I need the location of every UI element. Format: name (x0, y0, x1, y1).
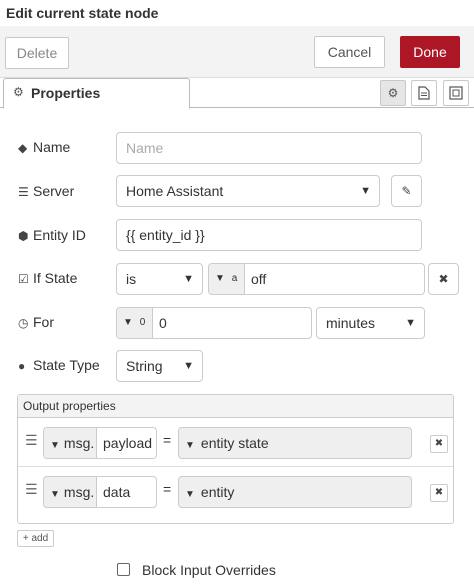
tab-properties[interactable]: ⚙ Properties (3, 78, 190, 109)
block-input-overrides-checkbox[interactable] (117, 563, 130, 576)
clock-icon: ◷ (18, 316, 29, 330)
done-button[interactable]: Done (400, 36, 460, 68)
server-select[interactable]: Home Assistant ▼ (116, 175, 380, 207)
dialog-toolbar: Delete Cancel Done (0, 26, 474, 78)
for-duration-input[interactable]: ▼ 0 9 0 (116, 307, 312, 339)
caret-down-icon: ▼ (185, 489, 195, 500)
gear-icon: ⚙ (387, 86, 399, 100)
settings-tab-button[interactable]: ⚙ (380, 80, 406, 106)
equals-sign: = (163, 432, 172, 448)
if-state-type-selector[interactable]: ▼ a z (209, 264, 245, 294)
chevron-down-icon: ▼ (183, 360, 194, 372)
plus-icon: + (22, 533, 29, 544)
caret-down-icon: ▼ (185, 440, 195, 451)
for-label: ◷ For (18, 314, 54, 330)
dialog-title: Edit current state node (6, 5, 159, 21)
for-type-selector[interactable]: ▼ 0 9 (117, 308, 153, 338)
tab-properties-label: Properties (31, 85, 101, 101)
if-state-value-input[interactable]: ▼ a z off (208, 263, 425, 295)
cancel-button[interactable]: Cancel (314, 36, 385, 68)
add-output-property-button[interactable]: + add (17, 530, 54, 547)
chevron-down-icon: ▼ (360, 185, 371, 197)
chevron-down-icon: ▼ (183, 273, 194, 285)
if-state-operator-select[interactable]: is ▼ (116, 263, 203, 295)
close-icon: ✖ (434, 438, 444, 449)
document-icon (418, 86, 430, 100)
tag-icon: ◆ (18, 141, 28, 155)
output-property-type-selector[interactable]: ▼ msg. (44, 477, 97, 507)
checkbox-icon: ☑ (18, 272, 29, 286)
drag-handle-icon[interactable]: ☰ (25, 481, 38, 498)
output-property-input[interactable]: ▼ msg. data (43, 476, 157, 508)
gear-icon: ⚙ (13, 85, 24, 99)
remove-if-state-button[interactable]: ✖ (428, 263, 459, 295)
server-icon: ☰ (18, 185, 29, 199)
server-label: ☰ Server (18, 183, 75, 199)
remove-row-button[interactable]: ✖ (430, 435, 448, 453)
appearance-tab-button[interactable] (443, 80, 469, 106)
equals-sign: = (163, 481, 172, 497)
chevron-down-icon: ▼ (405, 317, 416, 329)
caret-down-icon: ▼ (123, 317, 133, 328)
output-value-select[interactable]: ▼ entity (178, 476, 412, 508)
name-label: ◆ Name (18, 139, 71, 155)
caret-down-icon: ▼ (50, 440, 60, 451)
caret-down-icon: ▼ (215, 273, 225, 284)
remove-row-button[interactable]: ✖ (430, 484, 448, 502)
caret-down-icon: ▼ (50, 489, 60, 500)
entity-id-label: ⬢ Entity ID (18, 227, 86, 243)
drop-icon: ● (18, 359, 26, 373)
state-type-label: ● State Type (18, 357, 100, 373)
for-unit-select[interactable]: minutes ▼ (316, 307, 425, 339)
frame-icon (449, 86, 463, 100)
output-value-select[interactable]: ▼ entity state (178, 427, 412, 459)
output-property-input[interactable]: ▼ msg. payload (43, 427, 157, 459)
description-tab-button[interactable] (411, 80, 437, 106)
close-icon: ✖ (438, 272, 449, 286)
cube-icon: ⬢ (18, 229, 29, 243)
name-input[interactable]: Name (116, 132, 422, 164)
delete-button[interactable]: Delete (5, 37, 69, 69)
output-properties-panel: Output properties ☰ ▼ msg. payload = ▼ ent… (17, 394, 454, 524)
dialog-titlebar: Edit current state node (0, 0, 474, 26)
edit-server-button[interactable]: ✎ (391, 175, 422, 207)
output-property-row: ☰ ▼ msg. payload = ▼ entity state ✖ (18, 419, 453, 467)
block-input-overrides-label: Block Input Overrides (142, 562, 276, 578)
pencil-icon: ✎ (401, 184, 412, 198)
output-property-type-selector[interactable]: ▼ msg. (44, 428, 97, 458)
drag-handle-icon[interactable]: ☰ (25, 432, 38, 449)
state-type-select[interactable]: String ▼ (116, 350, 203, 382)
entity-id-input[interactable]: {{ entity_id }} (116, 219, 422, 251)
output-properties-header: Output properties (18, 395, 453, 418)
output-property-row: ☰ ▼ msg. data = ▼ entity ✖ (18, 468, 453, 516)
if-state-label: ☑ If State (18, 270, 78, 286)
close-icon: ✖ (434, 487, 444, 498)
tab-bar: ⚙ Properties ⚙ (0, 78, 474, 109)
